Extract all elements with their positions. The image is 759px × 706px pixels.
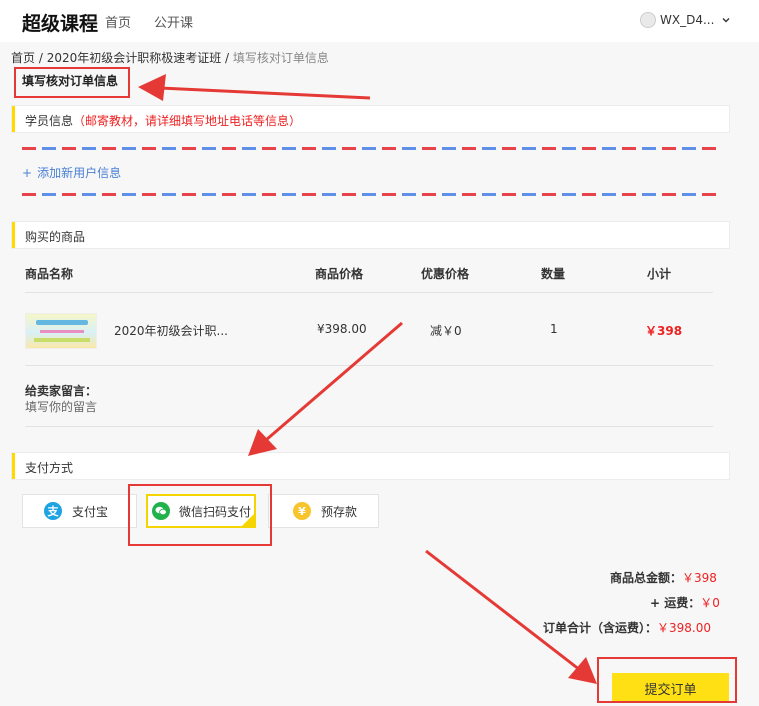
thumbnail-stripe — [40, 330, 84, 333]
payment-option-prepaid[interactable]: ¥ 预存款 — [268, 494, 379, 528]
thumbnail-stripe — [36, 320, 88, 325]
shipping-line: + 运费：￥0 — [650, 594, 720, 611]
alipay-icon: 支 — [44, 502, 62, 520]
section-accent — [12, 453, 15, 479]
shipping-value: ￥0 — [700, 596, 720, 610]
thumbnail-stripe — [34, 338, 90, 342]
annotation-box-payment — [128, 484, 272, 546]
goods-section-title: 购买的商品 — [25, 230, 86, 244]
product-name[interactable]: 2020年初级会计职... — [114, 322, 228, 339]
divider — [25, 365, 713, 366]
site-logo[interactable]: 超级课程 — [22, 9, 98, 36]
payment-option-label: 预存款 — [321, 504, 358, 519]
column-header-price: 商品价格 — [315, 267, 364, 281]
order-total-label: 订单合计（含运费）： — [543, 621, 658, 635]
column-header-name: 商品名称 — [25, 267, 74, 281]
yen-coin-icon: ¥ — [293, 502, 311, 520]
nav-home-link[interactable]: 首页 — [105, 12, 131, 31]
divider — [25, 292, 713, 293]
avatar — [640, 12, 656, 28]
breadcrumb: 首页 / 2020年初级会计职称极速考证班 / 填写核对订单信息 — [11, 49, 329, 66]
product-subtotal: ￥398 — [645, 324, 683, 338]
order-total-value: ￥398.00 — [657, 621, 712, 635]
annotation-box-title — [14, 67, 130, 98]
envelope-border-bottom — [22, 193, 718, 196]
student-info-section: 学员信息（邮寄教材，请详细填写地址电话等信息） — [11, 105, 730, 133]
goods-table: 商品名称 商品价格 优惠价格 数量 小计 2020年初级会计职... ¥398.… — [11, 249, 730, 429]
annotation-box-submit — [597, 657, 737, 703]
payment-option-label: 支付宝 — [72, 504, 109, 519]
section-accent — [12, 222, 15, 248]
nav-open-course-link[interactable]: 公开课 — [154, 12, 193, 31]
product-price: ¥398.00 — [317, 322, 367, 336]
shipping-label: + 运费： — [650, 596, 701, 610]
payment-option-alipay[interactable]: 支 支付宝 — [22, 494, 137, 528]
chevron-down-icon[interactable] — [722, 16, 730, 24]
divider — [25, 426, 713, 427]
breadcrumb-separator: / — [221, 51, 233, 65]
payment-section-title: 支付方式 — [25, 461, 74, 475]
breadcrumb-separator: / — [35, 51, 47, 65]
envelope-border-top — [22, 147, 718, 150]
student-info-note: （邮寄教材，请详细填写地址电话等信息） — [73, 114, 302, 128]
goods-total-value: ￥398 — [682, 571, 717, 585]
section-label: 学员信息（邮寄教材，请详细填写地址电话等信息） — [25, 112, 301, 129]
section-accent — [12, 106, 15, 132]
breadcrumb-home[interactable]: 首页 — [11, 51, 35, 65]
top-header: 超级课程 首页 公开课 WX_D4... — [0, 0, 759, 42]
payment-section: 支付方式 — [11, 452, 730, 480]
add-user-button[interactable]: + 添加新用户信息 — [22, 164, 121, 181]
add-user-label: 添加新用户信息 — [37, 166, 122, 180]
product-thumbnail[interactable] — [25, 313, 97, 349]
column-header-qty: 数量 — [541, 267, 566, 281]
user-name: WX_D4... — [660, 13, 715, 27]
student-info-title: 学员信息 — [25, 114, 74, 128]
goods-section: 购买的商品 — [11, 221, 730, 249]
column-header-subtotal: 小计 — [647, 267, 672, 281]
user-menu[interactable]: WX_D4... — [640, 11, 730, 29]
breadcrumb-current: 填写核对订单信息 — [232, 51, 329, 65]
seller-message-input[interactable]: 填写你的留言 — [25, 398, 97, 415]
plus-icon: + — [22, 166, 33, 180]
product-quantity: 1 — [550, 322, 558, 336]
column-header-discount: 优惠价格 — [421, 267, 470, 281]
product-discount: 减￥0 — [430, 324, 462, 338]
goods-total-line: 商品总金额：￥398 — [610, 569, 717, 586]
seller-message-label: 给卖家留言： — [25, 384, 98, 398]
order-total-line: 订单合计（含运费）：￥398.00 — [543, 619, 711, 636]
breadcrumb-course[interactable]: 2020年初级会计职称极速考证班 — [47, 51, 222, 65]
goods-total-label: 商品总金额： — [610, 571, 683, 585]
